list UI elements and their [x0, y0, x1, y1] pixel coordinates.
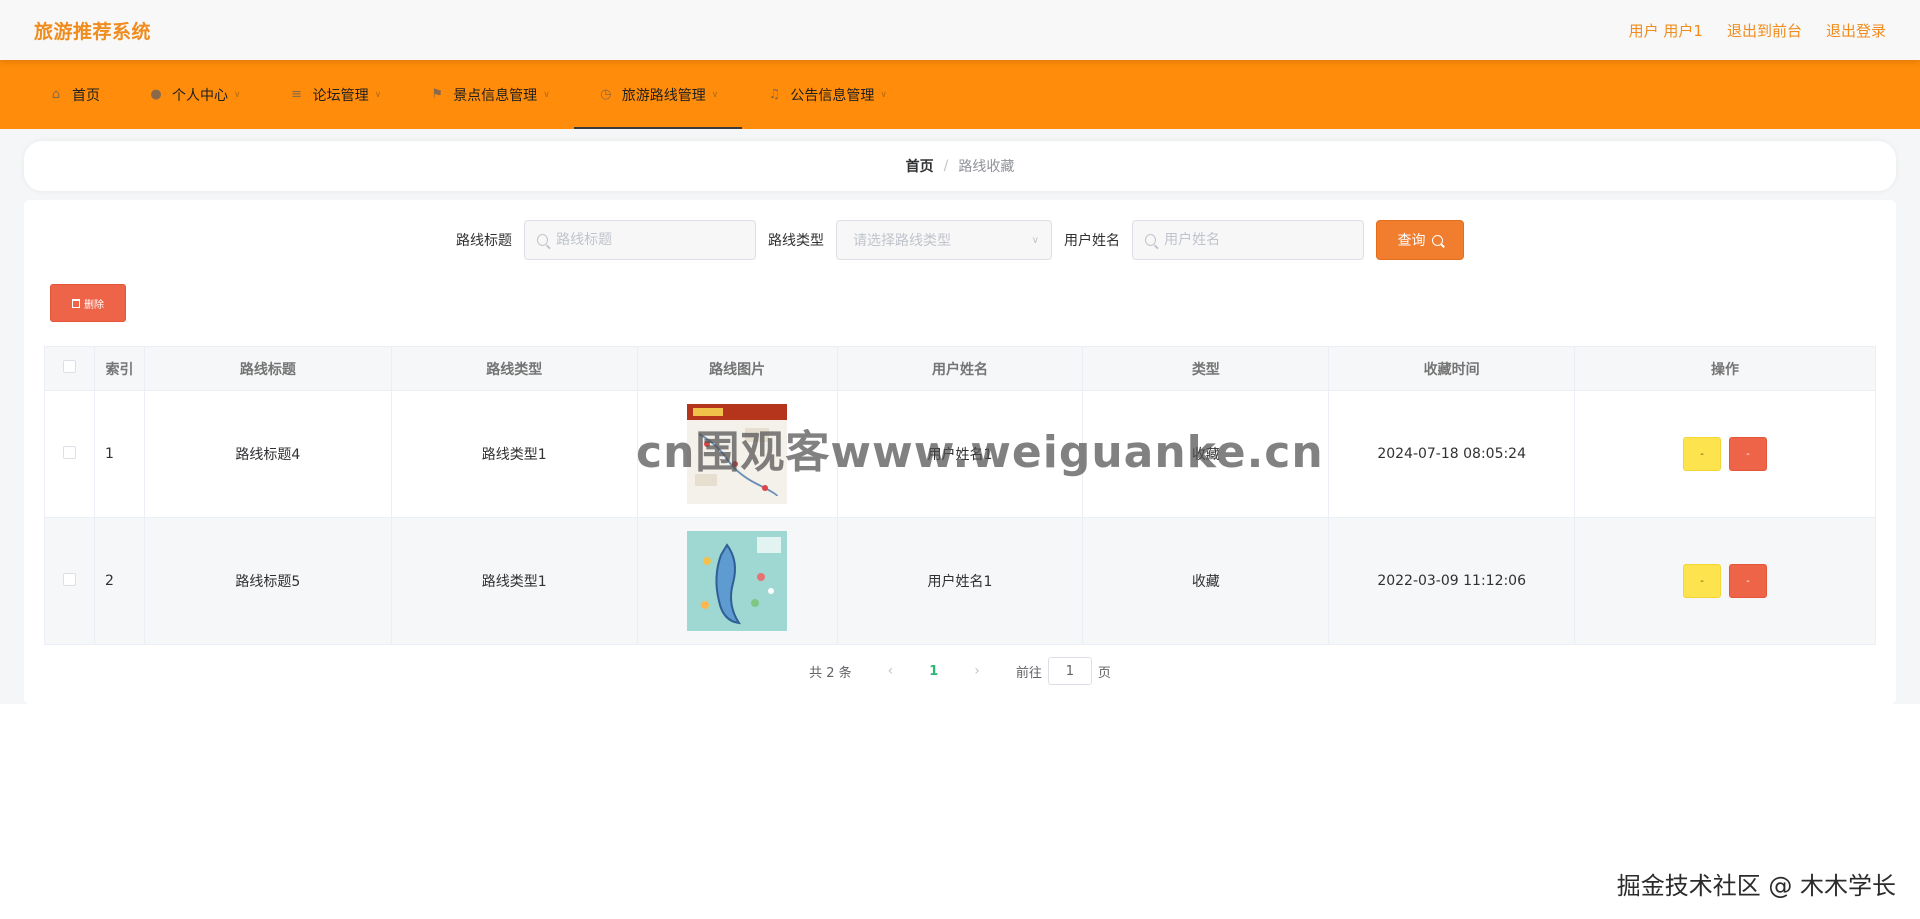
route-type-select[interactable]: 请选择路线类型 ∨ — [836, 220, 1052, 260]
goto-prefix: 前往 — [1015, 665, 1042, 681]
row-checkbox[interactable] — [62, 445, 76, 459]
chevron-left-icon[interactable]: ‹ — [888, 663, 894, 679]
column-header: 操作 — [1574, 346, 1876, 391]
home-icon: ⌂ — [51, 87, 61, 102]
nav-item-label: 个人中心 — [172, 87, 228, 104]
search-form: 路线标题 路线类型 请选择路线类型 ∨ 用户姓名 查询 — [0, 220, 1920, 260]
search-icon — [1145, 234, 1157, 246]
trash-icon — [72, 298, 80, 308]
breadcrumb-home[interactable]: 首页 — [906, 156, 934, 176]
kind-cell: 收藏 — [1082, 517, 1330, 645]
breadcrumb-current: 路线收藏 — [958, 159, 1015, 175]
chevron-down-icon: ∨ — [374, 89, 382, 100]
header-links: 用户 用户1 退出到前台 退出登录 — [1629, 20, 1886, 41]
nav-item-label: 公告信息管理 — [790, 87, 875, 104]
nav-item-home[interactable]: ⌂ 首页 — [24, 60, 124, 129]
nav-item-label: 首页 — [72, 87, 100, 104]
footer-watermark: 掘金技术社区 @ 木木学长 — [1617, 866, 1896, 901]
query-button-label: 查询 — [1397, 233, 1426, 249]
search-icon — [537, 234, 549, 246]
row-index: 1 — [93, 390, 145, 518]
flag-icon: ⚑ — [431, 87, 444, 102]
edit-button[interactable]: - — [1683, 564, 1722, 598]
column-header: 类型 — [1082, 346, 1330, 391]
logout-link[interactable]: 退出登录 — [1826, 20, 1886, 41]
sliders-icon: ≡ — [291, 87, 303, 102]
route-type-cell: 路线类型1 — [390, 390, 638, 518]
page-number[interactable]: 1 — [929, 664, 938, 679]
nav-item-notices[interactable]: ♫ 公告信息管理 ∨ — [742, 60, 911, 129]
clock-icon: ◷ — [600, 87, 612, 102]
app-brand-title: 旅游推荐系统 — [34, 20, 152, 43]
route-type-label: 路线类型 — [768, 233, 824, 249]
column-header: 路线标题 — [143, 346, 392, 391]
row-select-cell — [44, 390, 95, 518]
nav-item-personal-center[interactable]: ● 个人中心 ∨ — [124, 60, 265, 129]
query-button[interactable]: 查询 — [1376, 220, 1464, 260]
username-field[interactable] — [1132, 220, 1364, 260]
site-watermark: cn围观客www.weiguanke.cn — [636, 427, 1324, 478]
goto-page-input[interactable] — [1047, 657, 1092, 685]
column-header: 用户姓名 — [836, 346, 1084, 391]
route-map-thumbnail[interactable] — [687, 531, 788, 631]
select-all-checkbox[interactable] — [62, 360, 76, 373]
route-type-cell: 路线类型1 — [390, 517, 638, 645]
top-header: 旅游推荐系统 用户 用户1 退出到前台 退出登录 — [0, 0, 1920, 60]
column-header: 索引 — [93, 346, 145, 391]
chevron-down-icon: ∨ — [234, 89, 241, 100]
batch-delete-button[interactable]: 删除 — [50, 284, 126, 322]
nav-item-routes[interactable]: ◷ 旅游路线管理 ∨ — [573, 60, 743, 129]
route-title-label: 路线标题 — [456, 233, 512, 249]
route-title-cell: 路线标题5 — [143, 517, 392, 645]
route-title-cell: 路线标题4 — [143, 390, 392, 518]
footer-watermark-text: 掘金技术社区 @ 木木学长 — [1616, 872, 1896, 900]
breadcrumb-separator: / — [943, 158, 949, 174]
username-input[interactable] — [1164, 232, 1351, 248]
pagination-total: 共 2 条 — [809, 665, 852, 681]
favorite-time-cell: 2024-07-18 08:05:24 — [1328, 390, 1576, 518]
row-checkbox[interactable] — [62, 572, 76, 586]
column-header: 收藏时间 — [1328, 346, 1576, 391]
goto-suffix: 页 — [1097, 665, 1111, 681]
bell-icon: ♫ — [768, 87, 781, 102]
nav-item-attractions[interactable]: ⚑ 景点信息管理 ∨ — [405, 60, 574, 129]
chevron-down-icon: ∨ — [1031, 234, 1039, 246]
chevron-right-icon[interactable]: › — [974, 663, 980, 679]
chevron-down-icon: ∨ — [880, 89, 887, 100]
table-header-row: 索引 路线标题 路线类型 路线图片 用户姓名 类型 收藏时间 操作 — [44, 346, 1876, 391]
edit-button[interactable]: - — [1683, 437, 1722, 471]
table-row: 2 路线标题5 路线类型1 用户姓名1 收藏 2022-03-09 11:12:… — [44, 517, 1876, 645]
chevron-down-icon: ∨ — [543, 89, 550, 100]
delete-button[interactable]: - — [1729, 437, 1768, 471]
batch-delete-label: 删除 — [84, 299, 104, 311]
select-all-cell — [44, 346, 95, 391]
route-title-field[interactable] — [524, 220, 756, 260]
route-image-cell — [636, 517, 838, 645]
column-header: 路线图片 — [636, 346, 838, 391]
route-title-input[interactable] — [556, 232, 743, 248]
nav-item-label: 旅游路线管理 — [621, 87, 706, 104]
breadcrumb: 首页 / 路线收藏 — [24, 141, 1896, 191]
back-to-front-link[interactable]: 退出到前台 — [1727, 20, 1802, 41]
row-index: 2 — [93, 517, 145, 645]
nav-item-label: 论坛管理 — [312, 87, 369, 104]
row-select-cell — [44, 517, 95, 645]
main-nav: ⌂ 首页 ● 个人中心 ∨ ≡ 论坛管理 ∨ ⚑ 景点信息管理 ∨ ◷ 旅游路线… — [0, 60, 1920, 129]
nav-item-label: 景点信息管理 — [453, 87, 538, 104]
favorite-time-cell: 2022-03-09 11:12:06 — [1328, 517, 1576, 645]
delete-button[interactable]: - — [1729, 564, 1768, 598]
route-type-placeholder: 请选择路线类型 — [853, 233, 951, 249]
column-header: 路线类型 — [390, 346, 638, 391]
current-user-link[interactable]: 用户 用户1 — [1629, 20, 1703, 41]
nav-item-forum[interactable]: ≡ 论坛管理 ∨ — [265, 60, 406, 129]
chevron-down-icon: ∨ — [711, 89, 719, 100]
username-label: 用户姓名 — [1064, 233, 1120, 249]
user-icon: ● — [150, 87, 162, 102]
pagination: 共 2 条 ‹ 1 › 前往 页 — [0, 657, 1920, 685]
favorites-table: 索引 路线标题 路线类型 路线图片 用户姓名 类型 收藏时间 操作 1 路线标题… — [44, 346, 1876, 645]
actions-cell: - - — [1574, 390, 1876, 518]
username-cell: 用户姓名1 — [836, 517, 1084, 645]
actions-cell: - - — [1574, 517, 1876, 645]
search-icon — [1431, 234, 1443, 246]
